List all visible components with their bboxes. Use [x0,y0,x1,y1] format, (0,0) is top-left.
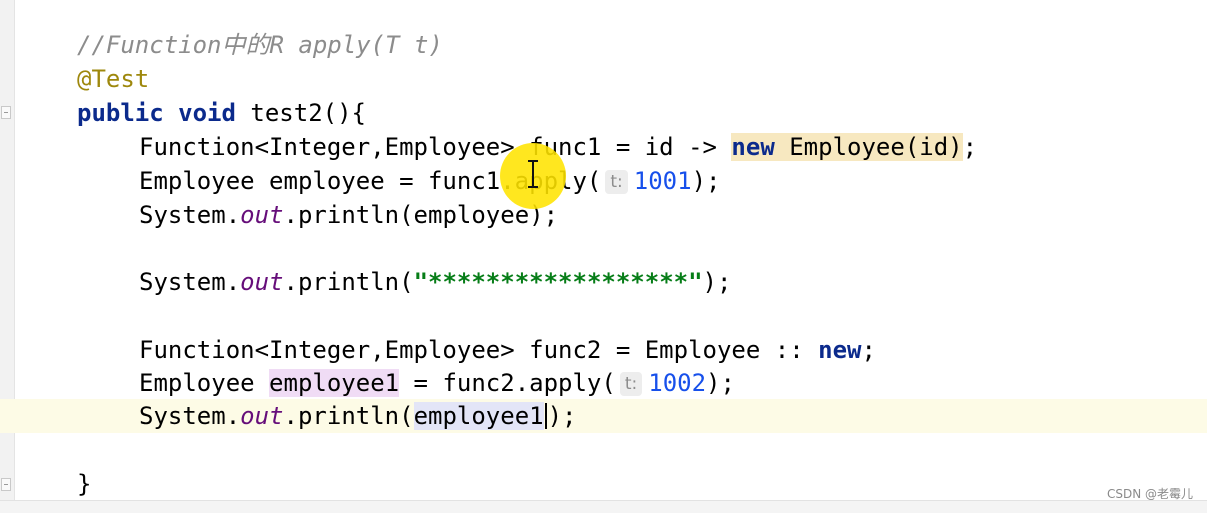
code-line-annotation[interactable]: @Test [77,62,149,96]
code-text: System. [139,268,241,296]
comment-text: //Function中的R apply(T t) [77,31,443,59]
keyword-new: new [818,336,862,364]
parameter-hint: t: [605,170,628,194]
editor-bottom-edge [0,500,1207,513]
number-literal: 1002 [648,369,707,397]
watermark: CSDN @老霉儿 [1106,487,1193,501]
code-text: ; [861,336,876,364]
code-text: Employee [139,369,270,397]
text-caret [544,403,547,429]
ibeam-cursor-icon [528,160,538,188]
number-literal: 1001 [633,167,692,195]
keyword-new: new [731,133,775,161]
string-literal: "******************" [413,268,703,296]
keyword-public: public [77,99,164,127]
code-line-func1-apply[interactable]: Employee employee = func1.apply(t: 1001); [139,164,720,198]
code-line-method-signature[interactable]: public void test2(){ [77,96,366,130]
code-text: Function<Integer,Employee> func2 = Emplo… [139,336,819,364]
code-text: ); [702,268,732,296]
keyword-void: void [178,99,236,127]
static-field: out [240,402,284,430]
code-text: ); [691,167,721,195]
code-text: ); [706,369,735,397]
variable-usage-highlight: employee1 [413,402,544,430]
code-text: .println( [283,268,414,296]
code-line-println-employee[interactable]: System.out.println(employee); [139,198,558,232]
code-line-println-employee1[interactable]: System.out.println(employee1); [139,399,577,433]
parameter-hint: t: [619,372,643,396]
code-line-func2-declaration[interactable]: Function<Integer,Employee> func2 = Emplo… [139,333,876,367]
method-name: test2(){ [235,99,366,127]
static-field: out [240,268,284,296]
constructor-call: Employee(id) [774,133,963,161]
code-text: = func2.apply( [399,369,616,397]
variable-declaration-highlight: employee1 [269,369,400,397]
code-line-println-stars[interactable]: System.out.println("******************")… [139,265,731,299]
code-text: .println( [283,402,414,430]
code-line-comment[interactable]: //Function中的R apply(T t) [77,28,443,62]
code-line-func2-apply[interactable]: Employee employee1 = func2.apply(t: 1002)… [139,366,735,400]
code-line-closing-brace[interactable]: } [77,467,91,501]
annotation-text: @Test [77,65,150,93]
code-text: System. [139,201,241,229]
closing-brace: } [77,470,92,498]
code-text: ; [962,133,978,161]
code-text: Function<Integer,Employee> func1 = id -> [139,133,732,161]
code-text: ); [547,402,577,430]
fold-marker-icon[interactable] [1,106,11,119]
code-text: System. [139,402,241,430]
fold-marker-icon[interactable] [1,478,11,491]
static-field: out [240,201,284,229]
